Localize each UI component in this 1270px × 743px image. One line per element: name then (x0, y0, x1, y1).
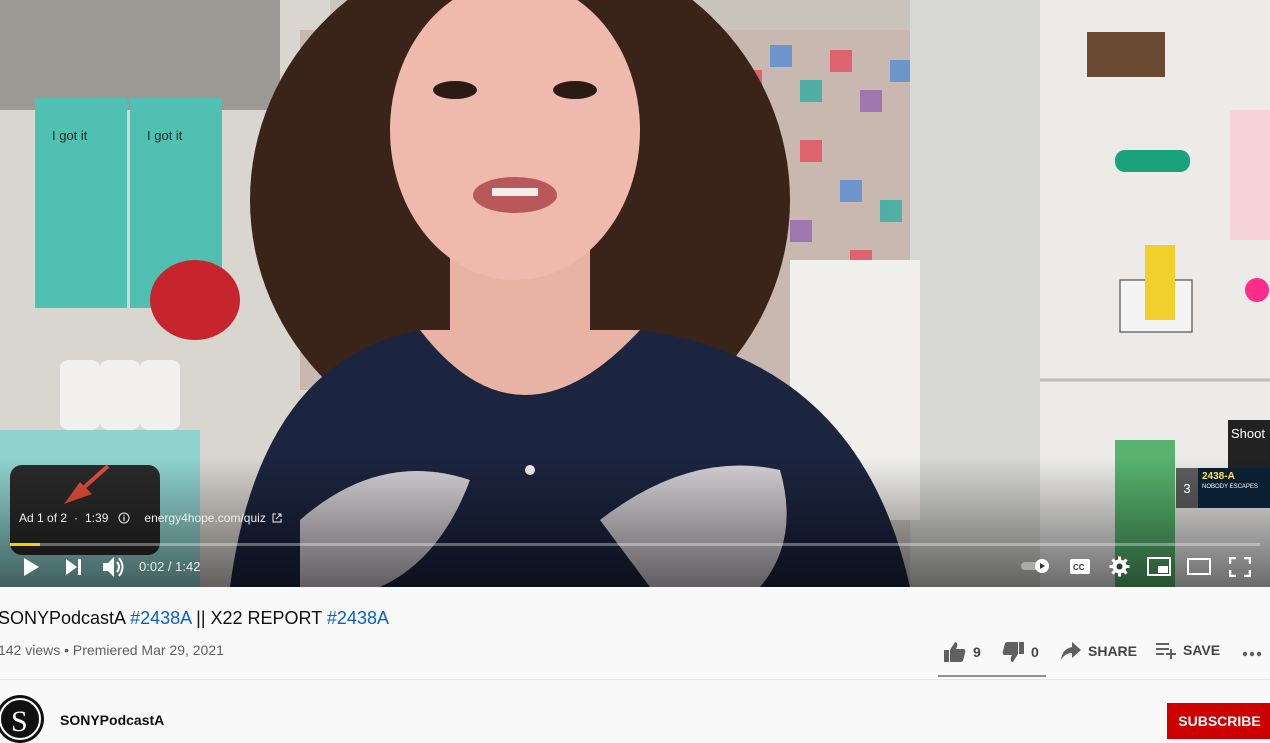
like-ratio-fill (938, 675, 1046, 677)
title-text: || X22 REPORT (191, 608, 327, 628)
ad-label: Ad 1 of 2 (19, 511, 68, 525)
queue-thumbnail[interactable]: 2438-A NOBODY ESCAPES (1198, 468, 1270, 508)
playlist-add-icon (1156, 643, 1176, 659)
time-display: 0:02 / 1:42 (139, 559, 201, 574)
share-button[interactable]: SHARE (1060, 641, 1137, 661)
towel-text-1: I got it (52, 128, 88, 143)
channel-avatar[interactable]: S (0, 695, 44, 743)
dislike-count: 0 (1031, 644, 1039, 660)
ad-url-link[interactable]: energy4hope.com/quiz (144, 511, 265, 525)
external-link-icon[interactable] (272, 513, 282, 523)
autoplay-toggle-icon[interactable] (1020, 558, 1052, 574)
thumbs-down-icon (1002, 642, 1024, 662)
video-player[interactable]: Shoot I got it I got it Ad 1 of 2 · 1:39 (0, 0, 1270, 587)
avatar-logo: S (0, 698, 41, 740)
like-button[interactable]: 9 (943, 641, 981, 663)
queue-thumb-title: 2438-A (1202, 471, 1235, 482)
fullscreen-icon[interactable] (1229, 557, 1251, 577)
ad-info: Ad 1 of 2 · 1:39 energy4hope.com/quiz (19, 511, 282, 525)
channel-name[interactable]: SONYPodcastA (60, 712, 164, 728)
queue-count-badge[interactable]: 3 (1176, 468, 1198, 508)
subscribe-button[interactable]: SUBSCRIBE (1167, 703, 1270, 739)
avatar-letter: S (11, 705, 28, 738)
ad-separator: · (74, 511, 79, 525)
settings-gear-icon[interactable] (1109, 556, 1130, 577)
ad-time: 1:39 (85, 511, 109, 525)
sign-text: Shoot (1231, 426, 1265, 441)
captions-icon[interactable]: CC (1069, 558, 1091, 575)
more-actions-icon[interactable] (1242, 651, 1262, 657)
thumbs-up-icon (944, 642, 966, 662)
video-title: SONYPodcastA #2438A || X22 REPORT #2438A (0, 608, 389, 629)
dislike-button[interactable]: 0 (1001, 641, 1039, 663)
save-label: SAVE (1183, 642, 1221, 658)
miniplayer-icon[interactable] (1147, 557, 1171, 576)
volume-icon[interactable] (102, 556, 126, 578)
next-icon[interactable] (65, 558, 83, 576)
like-dislike-ratio-bar (938, 675, 1046, 677)
queue-thumb-subtitle: NOBODY ESCAPES (1202, 484, 1258, 490)
theater-mode-icon[interactable] (1187, 558, 1211, 575)
share-icon (1061, 642, 1081, 660)
video-meta: 142 views • Premiered Mar 29, 2021 (0, 642, 224, 658)
progress-fill (10, 543, 40, 546)
title-text: SONYPodcastA (0, 608, 131, 628)
section-divider (0, 679, 1270, 680)
hashtag-link[interactable]: #2438A (327, 608, 389, 628)
save-button[interactable]: SAVE (1155, 641, 1220, 659)
info-icon[interactable] (118, 512, 130, 524)
hashtag-link[interactable]: #2438A (130, 608, 191, 628)
like-count: 9 (973, 644, 981, 660)
svg-text:CC: CC (1073, 563, 1085, 572)
towel-text-2: I got it (147, 128, 183, 143)
share-label: SHARE (1088, 643, 1138, 659)
play-icon[interactable] (22, 557, 40, 577)
progress-bar[interactable] (10, 543, 1260, 546)
